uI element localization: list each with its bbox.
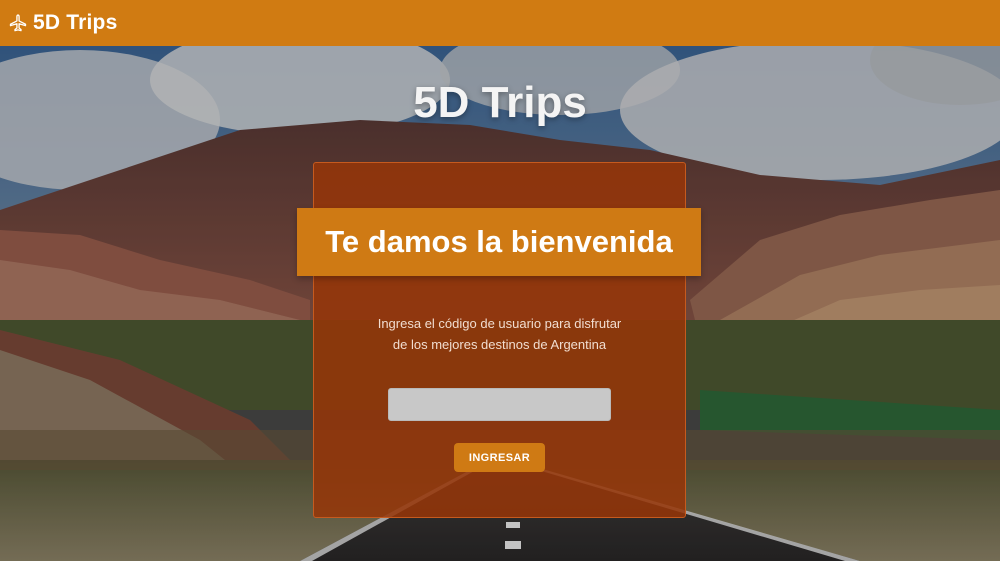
brand-home-link[interactable]: 5D Trips — [8, 11, 117, 35]
ingresar-button[interactable]: INGRESAR — [454, 443, 545, 472]
page-title: 5D Trips — [413, 78, 587, 127]
user-code-input[interactable] — [388, 388, 611, 421]
description-line-2: de los mejores destinos de Argentina — [392, 337, 607, 352]
welcome-banner: Te damos la bienvenida — [297, 208, 701, 276]
welcome-heading: Te damos la bienvenida — [325, 224, 673, 259]
airplane-icon — [8, 13, 28, 33]
description-line-1: Ingresa el código de usuario para disfru… — [377, 316, 622, 331]
login-description: Ingresa el código de usuario para disfru… — [313, 313, 686, 355]
top-navbar: 5D Trips — [0, 0, 1000, 46]
login-page: 5D Trips 5D Trips Te damos la bienvenida… — [0, 0, 1000, 561]
brand-name: 5D Trips — [33, 11, 118, 34]
